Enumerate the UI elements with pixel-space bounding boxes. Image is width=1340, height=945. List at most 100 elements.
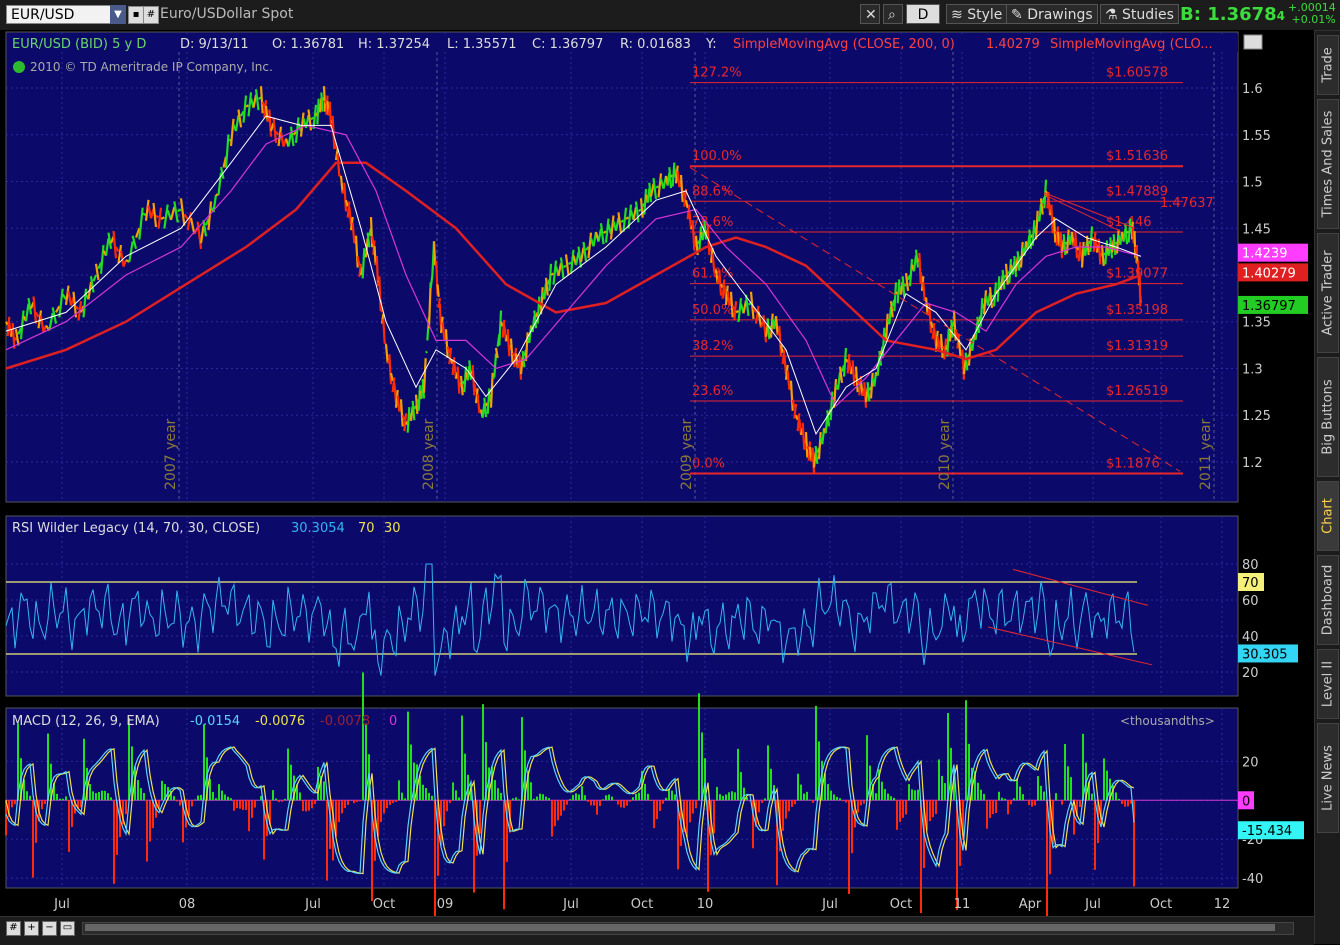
price-bar	[846, 359, 848, 362]
price-bar	[156, 216, 159, 218]
symbol-input[interactable]: EUR/USD	[6, 5, 112, 24]
settings-icon[interactable]	[1244, 35, 1262, 49]
y-tick-label: 1.35	[1242, 316, 1271, 331]
price-bar	[796, 415, 798, 420]
style-button[interactable]: ≋ Style	[946, 4, 1007, 24]
price-bar	[383, 319, 384, 343]
side-tab-live-news[interactable]: Live News	[1317, 723, 1339, 833]
macd-diff: -0.0078	[320, 714, 370, 729]
rsi-panel[interactable]	[6, 516, 1238, 696]
price-bar	[656, 186, 659, 188]
x-tick-label: 12	[1214, 897, 1231, 912]
price-bar	[943, 347, 945, 349]
price-range: R: 0.01683	[620, 37, 691, 52]
x-tick-label: 11	[954, 897, 971, 912]
price-close: C: 1.36797	[532, 37, 603, 52]
side-tab-trade[interactable]: Trade	[1317, 35, 1339, 95]
fib-pct-label: 88.6%	[692, 184, 733, 199]
copyright: 2010 © TD Ameritrade IP Company, Inc.	[30, 60, 273, 74]
zoom-icon[interactable]: ⌕	[883, 4, 903, 24]
side-tab-label: Level II	[1321, 661, 1336, 707]
price-bar	[419, 385, 420, 411]
sma200-value: 1.40279	[986, 37, 1040, 52]
macd-value: -0.0154	[190, 714, 240, 729]
price-bar	[1140, 295, 1141, 303]
side-tab-label: Active Trader	[1321, 250, 1336, 335]
price-bar	[440, 304, 441, 328]
price-bar	[161, 217, 164, 219]
side-tab-big-buttons[interactable]: Big Buttons	[1317, 357, 1339, 477]
symbol-dropdown-icon[interactable]: ▼	[110, 5, 126, 24]
price-tag-label: 1.40279	[1242, 266, 1296, 281]
price-bar	[317, 99, 318, 125]
info-icon[interactable]	[13, 61, 25, 73]
bottom-toolbar: # + − ▭	[0, 916, 1314, 945]
side-tab-chart[interactable]: Chart	[1317, 481, 1339, 551]
top-toolbar: EUR/USD ▼ ▪ # Euro/USDollar Spot ✕ ⌕ D ≋…	[0, 0, 1340, 31]
x-tick-label: Apr	[1019, 897, 1042, 912]
macd-avg: -0.0076	[255, 714, 305, 729]
side-tab-bar: Trade Times And Sales Active Trader Big But…	[1314, 31, 1340, 944]
price-bar	[178, 210, 181, 212]
price-high: H: 1.37254	[358, 37, 430, 52]
price-y: Y:	[705, 37, 717, 52]
zoom-out-icon[interactable]: −	[42, 921, 57, 936]
studies-icon: ⚗	[1105, 7, 1122, 23]
side-tab-level-ii[interactable]: Level II	[1317, 649, 1339, 719]
x-tick-label: Oct	[890, 897, 912, 912]
x-tick-label: Jul	[562, 897, 579, 912]
period-button[interactable]: D	[906, 4, 940, 24]
rsi-last-tag: 30.305	[1242, 647, 1288, 662]
scroll-thumb[interactable]	[85, 924, 1275, 931]
side-tab-label: Trade	[1321, 47, 1336, 83]
price-bar	[385, 343, 386, 344]
zoom-in-icon[interactable]: +	[24, 921, 39, 936]
pencil-icon: ✎	[1011, 7, 1027, 23]
fib-pct-label: 0.0%	[692, 457, 725, 472]
symbol-description: Euro/USDollar Spot	[160, 6, 293, 22]
price-bar	[904, 284, 906, 286]
price-bar	[921, 272, 922, 280]
x-tick-label: Oct	[1150, 897, 1172, 912]
price-low: L: 1.35571	[447, 37, 517, 52]
price-bar	[604, 231, 607, 233]
y-tick-label: 1.6	[1242, 82, 1263, 97]
macd-panel[interactable]	[6, 708, 1238, 888]
fit-icon[interactable]: ▭	[60, 921, 75, 936]
price-bar	[246, 105, 249, 107]
link-icon[interactable]: ▪	[128, 6, 144, 24]
price-panel[interactable]	[6, 32, 1238, 502]
time-scrollbar[interactable]	[82, 922, 1294, 935]
style-icon: ≋	[951, 7, 967, 23]
price-bar	[621, 220, 624, 222]
rsi-tick-label: 20	[1242, 666, 1259, 681]
price-bar	[919, 253, 920, 283]
fib-value-label: $1.31319	[1106, 339, 1168, 354]
sma200-label: SimpleMovingAvg (CLOSE, 200, 0)	[733, 37, 955, 52]
price-bar	[501, 322, 503, 327]
price-study-title: EUR/USD (BID) 5 y D	[12, 37, 146, 52]
studies-button[interactable]: ⚗ Studies	[1100, 4, 1179, 24]
side-tab-label: Live News	[1321, 745, 1336, 811]
macd-tick-label: 20	[1242, 755, 1259, 770]
bid-value: 1.3678	[1207, 4, 1276, 25]
fib-value-label: $1.26519	[1106, 384, 1168, 399]
crosshair-icon[interactable]: ✕	[860, 4, 880, 24]
grid-icon[interactable]: #	[143, 6, 159, 24]
rsi-level-tag: 70	[1242, 576, 1259, 591]
price-bar	[371, 217, 372, 247]
price-bar	[493, 377, 495, 378]
grid-small-icon[interactable]: #	[6, 921, 21, 936]
side-tab-active-trader[interactable]: Active Trader	[1317, 233, 1339, 353]
drawings-button[interactable]: ✎ Drawings	[1006, 4, 1098, 24]
side-tab-dashboard[interactable]: Dashboard	[1317, 555, 1339, 645]
macd-last-tag: -15.434	[1242, 824, 1292, 839]
bid-quote: B: 1.36784	[1180, 4, 1285, 25]
price-bar	[551, 273, 554, 275]
fib-value-label: $1.51636	[1106, 149, 1168, 164]
side-tab-times-and-sales[interactable]: Times And Sales	[1317, 99, 1339, 229]
style-label: Style	[967, 7, 1002, 23]
chart-area[interactable]: 127.2%$1.60578100.0%$1.5163688.6%$1.4788…	[0, 30, 1314, 916]
rsi-tick-label: 80	[1242, 558, 1259, 573]
x-tick-label: 08	[179, 897, 196, 912]
